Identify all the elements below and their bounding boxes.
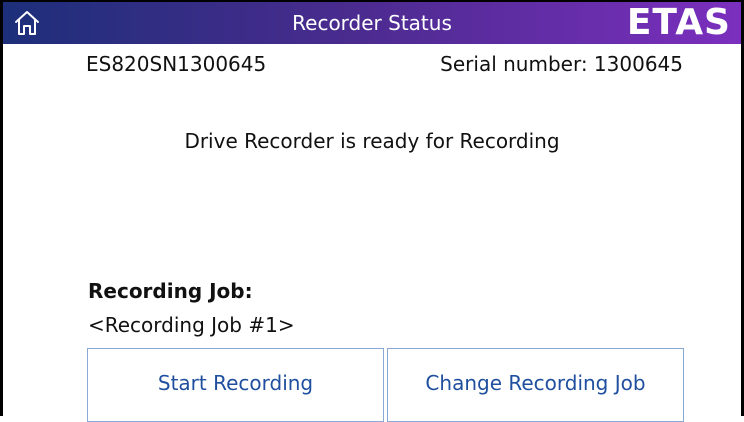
title-bar: Recorder Status ETAS xyxy=(3,2,741,44)
status-message: Drive Recorder is ready for Recording xyxy=(184,129,560,153)
etas-logo: ETAS xyxy=(626,2,731,43)
device-id: ES820SN1300645 xyxy=(86,52,267,76)
device-info-row: ES820SN1300645 Serial number: 1300645 xyxy=(3,52,741,82)
recording-job-name: <Recording Job #1> xyxy=(88,313,295,337)
change-recording-job-label: Change Recording Job xyxy=(425,371,646,395)
start-recording-label: Start Recording xyxy=(157,371,314,395)
serial-number: Serial number: 1300645 xyxy=(440,52,683,76)
start-recording-button[interactable]: Start Recording xyxy=(87,348,384,422)
recording-job-heading: Recording Job: xyxy=(88,279,253,303)
recorder-status-screen: Recorder Status ETAS ES820SN1300645 Seri… xyxy=(0,0,744,422)
change-recording-job-button[interactable]: Change Recording Job xyxy=(387,348,684,422)
